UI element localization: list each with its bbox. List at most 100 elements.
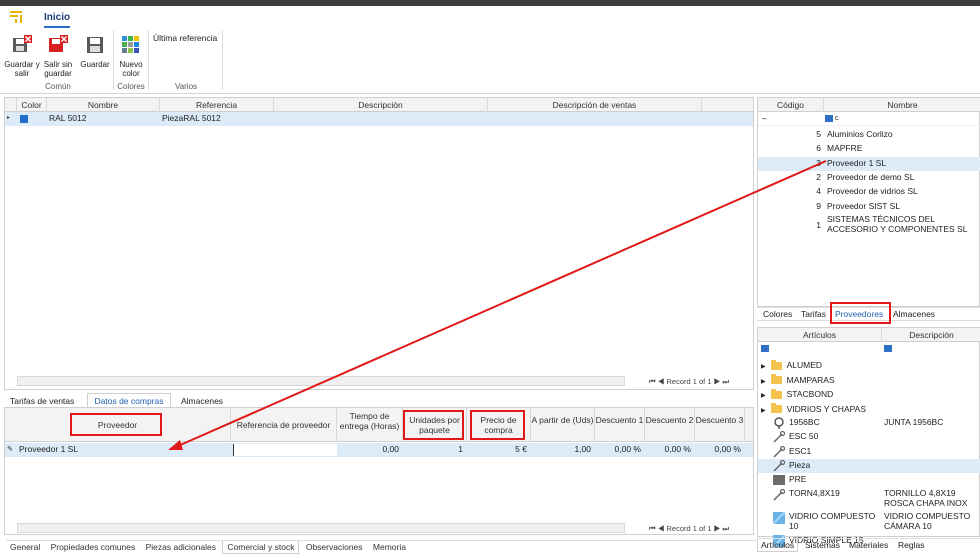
filter-row[interactable]: – c (758, 112, 980, 126)
expand-arrow-icon[interactable]: ▶ (761, 408, 766, 414)
articles-filter-row[interactable] (758, 342, 980, 356)
save-button[interactable]: Guardar (77, 34, 113, 69)
supplier-row[interactable]: 6 MAPFRE (758, 142, 980, 156)
tab-propiedades-comunes[interactable]: Propiedades comunes (47, 541, 140, 553)
row-pointer-icon: ▸ (7, 115, 11, 121)
cell-proveedor[interactable]: Proveedor 1 SL (19, 443, 78, 456)
article-item[interactable]: ESC 50 (758, 430, 980, 444)
new-color-button[interactable]: Nuevo color (115, 34, 147, 78)
cell-descuento-3[interactable]: 0,00 % (695, 443, 741, 456)
tab-reglas[interactable]: Reglas (898, 540, 924, 550)
header-descuento-2[interactable]: Descuento 2 (645, 408, 695, 442)
cell-descuento-1[interactable]: 0,00 % (595, 443, 641, 456)
save-and-exit-label: Guardar y salir (4, 60, 40, 78)
article-item[interactable]: VIDRIO COMPUESTO 10 VIDRIO COMPUESTO CÁMA… (758, 511, 980, 533)
tab-articulos[interactable]: Artículos (757, 539, 799, 552)
pager-first-icon[interactable]: ⏮ (649, 377, 656, 386)
expand-arrow-icon[interactable]: ▶ (761, 364, 766, 370)
tab-colores[interactable]: Colores (763, 309, 792, 319)
tab-tarifas[interactable]: Tarifas (801, 309, 826, 319)
article-item[interactable]: 1956BC JUNTA 1956BC (758, 416, 980, 430)
supplier-row[interactable]: 2 Proveedor de demo SL (758, 171, 980, 185)
folder-label: ALUMED (786, 360, 823, 370)
header-descripcion[interactable]: Descripción (274, 98, 488, 112)
supplier-row[interactable]: 3 Proveedor 1 SL (758, 156, 980, 171)
cell-tiempo[interactable]: 0,00 (337, 443, 399, 456)
folder-item[interactable]: ▶ ALUMED (761, 358, 822, 372)
cell-a-partir[interactable]: 1,00 (531, 443, 591, 456)
pager-last-icon[interactable]: ⏭ (722, 524, 729, 533)
header-a-partir[interactable]: A partir de (Uds) (531, 408, 595, 442)
tab-memoria[interactable]: Memoria (369, 541, 410, 553)
folder-icon (770, 388, 782, 399)
folder-item[interactable]: ▶ VIDRIOS Y CHAPAS (761, 402, 866, 416)
tab-observaciones[interactable]: Observaciones (302, 541, 367, 553)
tab-inicio[interactable]: Inicio (44, 12, 71, 28)
filter-icon[interactable] (884, 345, 892, 352)
horizontal-scrollbar[interactable] (17, 523, 625, 533)
tab-almacenes-right[interactable]: Almacenes (893, 309, 935, 319)
tab-sistemas[interactable]: Sistemas (805, 540, 840, 550)
article-description (884, 445, 979, 458)
supplier-row[interactable]: 4 Proveedor de vidrios SL (758, 185, 980, 199)
header-articulos[interactable]: Artículos (758, 328, 882, 342)
header-nombre[interactable]: Nombre (47, 98, 160, 112)
table-row[interactable]: ✎ Proveedor 1 SL 0,00 1 5 € 1,00 0,00 % … (5, 443, 753, 457)
article-item[interactable]: TORN4,8X19 TORNILLO 4,8X19 ROSCA CHAPA IN… (758, 488, 980, 510)
exit-without-save-button[interactable]: Salir sin guardar (40, 34, 76, 78)
cell-unidades[interactable]: 1 (403, 443, 463, 456)
cell-referencia[interactable]: PiezaRAL 5012 (162, 112, 221, 125)
pager-next-icon[interactable]: ▶ (714, 377, 721, 386)
ref-proveedor-input[interactable] (233, 444, 337, 456)
pager-next-icon[interactable]: ▶ (714, 524, 721, 533)
header-codigo[interactable]: Código (758, 98, 824, 112)
horizontal-scrollbar[interactable] (17, 376, 625, 386)
pager-prev-icon[interactable]: ◀ (658, 377, 665, 386)
tab-datos-compras[interactable]: Datos de compras (87, 393, 171, 408)
expand-arrow-icon[interactable]: ▶ (761, 379, 766, 385)
tab-materiales[interactable]: Materiales (849, 540, 888, 550)
folder-item[interactable]: ▶ MAMPARAS (761, 373, 835, 387)
supplier-row[interactable]: 9 Proveedor SIST SL (758, 200, 980, 214)
filter-icon[interactable] (825, 115, 833, 122)
pager-first-icon[interactable]: ⏮ (649, 524, 656, 533)
header-descuento-3[interactable]: Descuento 3 (695, 408, 745, 442)
articles-header: Artículos Descripción (758, 328, 980, 342)
filter-icon[interactable] (761, 345, 769, 352)
folder-icon (770, 374, 782, 385)
articles-panel-tabs: Artículos Sistemas Materiales Reglas (757, 538, 980, 552)
pager-last-icon[interactable]: ⏭ (722, 377, 729, 386)
supplier-code: 2 (816, 171, 821, 182)
article-item[interactable]: Pieza (758, 458, 980, 473)
tab-tarifas-ventas[interactable]: Tarifas de ventas (10, 396, 74, 406)
glass-icon (772, 510, 786, 526)
header-tiempo-entrega[interactable]: Tiempo de entrega (Horas) (337, 408, 403, 442)
article-item[interactable]: ESC1 (758, 445, 980, 459)
cell-descuento-2[interactable]: 0,00 % (645, 443, 691, 456)
expand-arrow-icon[interactable]: ▶ (761, 393, 766, 399)
header-color[interactable]: Color (17, 98, 47, 112)
save-and-exit-button[interactable]: Guardar y salir (4, 34, 40, 78)
pager-prev-icon[interactable]: ◀ (658, 524, 665, 533)
supplier-code: 4 (816, 186, 821, 197)
table-row[interactable]: ▸ RAL 5012 PiezaRAL 5012 (5, 112, 753, 126)
supplier-row[interactable]: 1 SISTEMAS TÉCNICOS DEL ACCESORIO Y COMPO… (758, 214, 980, 238)
header-nombre[interactable]: Nombre (824, 98, 980, 112)
tab-comercial-stock[interactable]: Comercial y stock (222, 541, 300, 554)
header-descripcion-articulo[interactable]: Descripción (882, 328, 980, 342)
last-reference-button[interactable]: Última referencia (153, 33, 217, 43)
tab-general[interactable]: General (6, 541, 44, 553)
header-referencia[interactable]: Referencia (160, 98, 274, 112)
tab-almacenes[interactable]: Almacenes (181, 396, 223, 406)
header-descuento-1[interactable]: Descuento 1 (595, 408, 645, 442)
tab-piezas-adicionales[interactable]: Piezas adicionales (142, 541, 220, 553)
cell-precio[interactable]: 5 € (467, 443, 527, 456)
supplier-code: 3 (816, 157, 821, 168)
folder-item[interactable]: ▶ STACBOND (761, 387, 833, 401)
header-descripcion-ventas[interactable]: Descripción de ventas (488, 98, 702, 112)
article-item[interactable]: PRE (758, 473, 980, 487)
cell-nombre[interactable]: RAL 5012 (49, 112, 87, 125)
header-ref-proveedor[interactable]: Referencia de proveedor (231, 408, 337, 442)
app-menu-icon[interactable] (10, 11, 24, 23)
supplier-row[interactable]: 5 Aluminios Corlizo (758, 128, 980, 142)
